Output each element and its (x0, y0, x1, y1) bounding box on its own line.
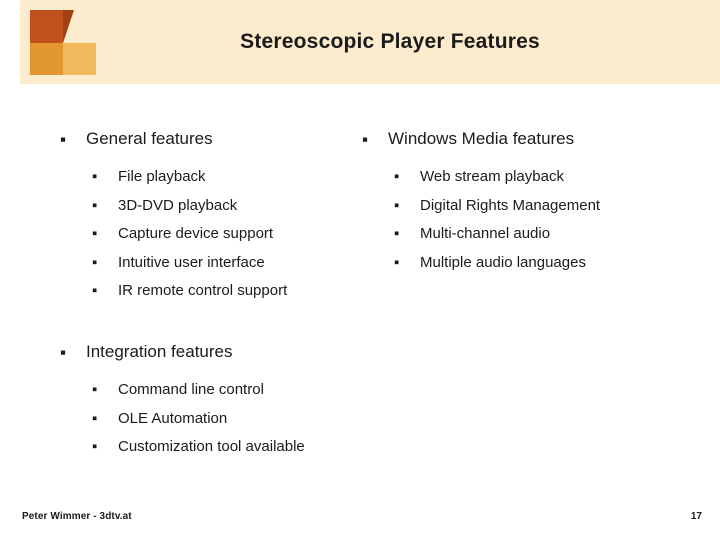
list-item: ▪ Customization tool available (56, 433, 386, 462)
list-item: ▪ Multiple audio languages (358, 249, 688, 278)
list-item-label: IR remote control support (118, 282, 288, 299)
square-bullet-icon: ▪ (92, 410, 98, 427)
section-integration-features: ▪ Integration features ▪ Command line co… (56, 341, 386, 462)
square-bullet-icon: ▪ (92, 197, 98, 214)
section-heading-label: General features (86, 129, 213, 148)
footer-page-number: 17 (690, 511, 702, 522)
square-bullet-icon: ▪ (92, 254, 98, 271)
logo-cubes (20, 4, 96, 80)
list-item: ▪ Digital Rights Management (358, 192, 688, 221)
section-heading-label: Integration features (86, 342, 233, 361)
square-bullet-icon: ▪ (92, 169, 98, 185)
section-heading: ▪ Integration features (56, 341, 386, 363)
list-item: ▪ 3D-DVD playback (56, 192, 356, 221)
list-item-label: Multi-channel audio (420, 225, 551, 242)
list-item: ▪ Multi-channel audio (358, 220, 688, 249)
square-bullet-icon: ▪ (92, 226, 98, 242)
list-item: ▪ Command line control (56, 376, 386, 405)
list-item-label: 3D-DVD playback (118, 196, 238, 214)
list-item-label: Customization tool available (118, 438, 305, 455)
square-bullet-icon: ▪ (394, 197, 400, 214)
list-item-label: Intuitive user interface (118, 253, 265, 271)
footer-author: Peter Wimmer - 3dtv.at (22, 511, 132, 522)
square-bullet-icon: ▪ (60, 343, 67, 362)
cube-dark-side-icon (63, 10, 74, 43)
slide-content: ▪ General features ▪ File playback ▪ 3D-… (0, 84, 720, 540)
slide-title: Stereoscopic Player Features (240, 30, 540, 53)
list-item-label: Multiple audio languages (420, 253, 586, 271)
section-heading: ▪ General features (56, 128, 356, 150)
list-item: ▪ OLE Automation (56, 405, 386, 434)
section-items: ▪ File playback ▪ 3D-DVD playback ▪ Capt… (56, 163, 356, 306)
list-item-label: File playback (118, 168, 206, 185)
list-item: ▪ Web stream playback (358, 163, 688, 192)
header-left-white-block (0, 0, 20, 84)
cube-light-icon (63, 43, 96, 75)
list-item-label: Capture device support (118, 225, 274, 242)
square-bullet-icon: ▪ (92, 283, 98, 299)
square-bullet-icon: ▪ (60, 130, 67, 149)
section-items: ▪ Command line control ▪ OLE Automation … (56, 376, 386, 462)
list-item-label: Digital Rights Management (420, 196, 601, 214)
section-general-features: ▪ General features ▪ File playback ▪ 3D-… (56, 128, 356, 306)
section-heading-label: Windows Media features (388, 129, 575, 148)
section-heading: ▪ Windows Media features (358, 128, 688, 150)
list-item-label: OLE Automation (118, 409, 228, 427)
cube-dark-icon (30, 10, 63, 43)
section-items: ▪ Web stream playback ▪ Digital Rights M… (358, 163, 688, 277)
list-item: ▪ File playback (56, 163, 356, 192)
section-windows-media-features: ▪ Windows Media features ▪ Web stream pl… (358, 128, 688, 277)
square-bullet-icon: ▪ (92, 439, 98, 455)
list-item: ▪ Capture device support (56, 220, 356, 249)
square-bullet-icon: ▪ (394, 226, 400, 242)
list-item-label: Command line control (118, 381, 264, 398)
square-bullet-icon: ▪ (362, 130, 369, 149)
slide: Stereoscopic Player Features ▪ General f… (0, 0, 720, 540)
square-bullet-icon: ▪ (394, 254, 400, 271)
list-item-label: Web stream playback (420, 168, 564, 185)
list-item: ▪ IR remote control support (56, 277, 356, 306)
cube-mid-icon (30, 43, 63, 75)
square-bullet-icon: ▪ (92, 382, 98, 398)
list-item: ▪ Intuitive user interface (56, 249, 356, 278)
square-bullet-icon: ▪ (394, 169, 400, 185)
